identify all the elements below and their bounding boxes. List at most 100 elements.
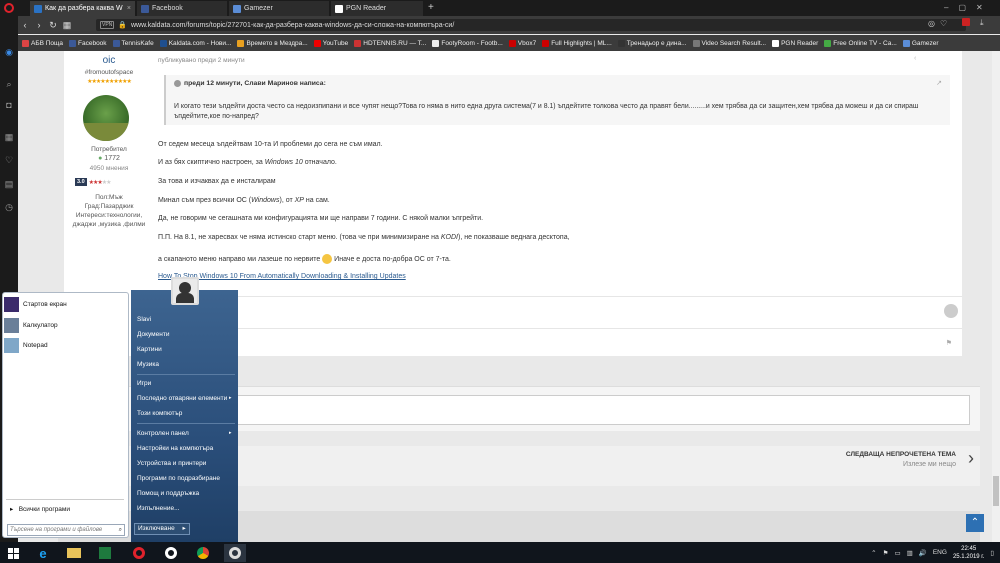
shutdown-button[interactable]: Изключване ▸ xyxy=(134,523,190,535)
post-line: И аз бях скиптично настроен, за Windows … xyxy=(158,159,337,166)
camera-icon[interactable]: ◎ xyxy=(928,19,935,28)
url-field[interactable]: VPN 🔒 www.kaldata.com/forums/topic/27270… xyxy=(96,19,966,31)
all-programs[interactable]: ▸ Всички програми xyxy=(10,505,70,513)
author-tagline: #fromoutofspace xyxy=(84,69,134,76)
tab-pgn-reader[interactable]: PGN Reader xyxy=(331,1,423,16)
arrow-right-icon: ▸ xyxy=(229,395,232,401)
reply-editor[interactable] xyxy=(208,395,970,425)
start-place-devices[interactable]: Устройства и принтери xyxy=(137,460,206,467)
windows-start-icon[interactable] xyxy=(2,544,24,562)
start-item-notepad[interactable]: Notepad xyxy=(4,338,48,353)
start-place-pictures[interactable]: Картини xyxy=(137,346,162,353)
start-place-user[interactable]: Slavi xyxy=(137,316,151,323)
mlb-icon xyxy=(542,39,550,47)
start-place-pc-settings[interactable]: Настройки на компютъра xyxy=(137,445,213,452)
bookmark-facebook[interactable]: Facebook xyxy=(69,39,107,47)
clock[interactable]: 22:45 25.1.2019 г. xyxy=(953,545,984,561)
share-icon[interactable]: ‹ xyxy=(914,55,916,62)
reload-icon[interactable]: ↻ xyxy=(46,20,60,31)
bookmark-weather[interactable]: Времето в Мездра... xyxy=(237,39,308,47)
extension-icon[interactable] xyxy=(962,18,970,26)
report-icon[interactable]: ⚑ xyxy=(946,339,952,347)
start-place-run[interactable]: Изпълнение... xyxy=(137,505,180,512)
battery-icon[interactable]: ▭ xyxy=(894,549,900,557)
start-place-recent[interactable]: Последно отваряни елементи ▸ xyxy=(137,395,232,402)
start-place-music[interactable]: Музика xyxy=(137,361,159,368)
vpn-badge[interactable]: VPN xyxy=(100,21,115,29)
scrollbar[interactable] xyxy=(992,51,1000,542)
opera-icon[interactable] xyxy=(128,544,150,562)
news-icon[interactable]: ▤ xyxy=(4,179,14,189)
start-place-documents[interactable]: Документи xyxy=(137,331,169,338)
start-place-default-programs[interactable]: Програми по подразбиране xyxy=(137,475,220,482)
start-screen-icon xyxy=(4,297,19,312)
chevron-right-icon[interactable]: › xyxy=(968,448,974,469)
internet-explorer-icon[interactable]: e xyxy=(32,544,54,562)
next-topic-subtitle[interactable]: Излезе ми нещо xyxy=(903,461,956,468)
heart-icon[interactable]: ♡ xyxy=(4,155,14,165)
bookmark-footyroom[interactable]: FootyRoom - Footb... xyxy=(432,39,503,47)
file-explorer-icon[interactable] xyxy=(63,544,85,562)
history-icon[interactable]: ◷ xyxy=(4,202,14,212)
bookmark-tenniskafe[interactable]: TennisKafe xyxy=(112,39,154,47)
author-username[interactable]: oic xyxy=(64,55,154,66)
bookmark-gamezer[interactable]: Gamezer xyxy=(902,39,939,47)
speed-dial-icon[interactable]: ▦ xyxy=(4,132,14,142)
window-controls[interactable]: ‒▢✕ xyxy=(944,3,993,12)
network-icon[interactable]: ▥ xyxy=(907,549,913,557)
bookmark-kaldata[interactable]: Kaldata.com - Нови... xyxy=(159,39,231,47)
start-item-start-screen[interactable]: Стартов екран xyxy=(4,297,67,312)
grid-icon[interactable]: ▦ xyxy=(60,20,74,31)
bookmark-youtube[interactable]: YouTube xyxy=(313,39,348,47)
bookmark-full-highlights[interactable]: Full Highlights | ML... xyxy=(542,39,612,47)
tab-gamezer[interactable]: Gamezer xyxy=(229,1,329,16)
facebook-favicon-icon xyxy=(141,4,149,13)
start-place-control-panel[interactable]: Контролен панел ▸ xyxy=(137,430,232,437)
opera-active-icon[interactable] xyxy=(224,544,246,562)
scrollbar-thumb[interactable] xyxy=(993,476,999,506)
author-group: Потребител xyxy=(91,146,127,153)
notification-icon[interactable]: ▯ xyxy=(990,549,994,557)
chevron-up-icon[interactable]: ⌃ xyxy=(871,549,876,557)
rating-value: 3.0 xyxy=(75,178,87,186)
tab-facebook[interactable]: Facebook xyxy=(137,1,227,16)
heart-icon[interactable]: ♡ xyxy=(940,19,947,28)
close-tab-icon[interactable]: × xyxy=(127,5,131,12)
bookmark-free-tv[interactable]: Free Online TV - Са... xyxy=(824,39,897,47)
chevron-right-icon[interactable]: ▸ xyxy=(183,525,186,532)
arrow-right-icon: ▸ xyxy=(229,430,232,436)
forward-icon[interactable]: › xyxy=(32,20,46,30)
search-icon[interactable]: ⌕ xyxy=(4,79,14,89)
flag-icon[interactable]: ⚑ xyxy=(883,549,889,557)
start-search-input[interactable]: Търсене на програми и файлове ⌕ xyxy=(7,524,125,536)
back-icon[interactable]: ‹ xyxy=(18,20,32,30)
chrome-icon[interactable] xyxy=(192,544,214,562)
opera-logo-icon[interactable] xyxy=(4,3,14,13)
bookmark-abv[interactable]: АБВ Поща xyxy=(22,39,63,47)
bookmark-pgn-reader[interactable]: PGN Reader xyxy=(772,39,818,47)
download-icon[interactable]: ⤓ xyxy=(980,18,984,28)
reputation-icon: ● xyxy=(98,155,103,162)
excel-icon[interactable] xyxy=(94,544,116,562)
start-place-games[interactable]: Игри xyxy=(137,380,151,387)
like-icon[interactable] xyxy=(944,304,958,318)
bookmark-hdtennis[interactable]: HDTENNIS.RU — T... xyxy=(354,39,426,47)
volume-icon[interactable]: 🔊 xyxy=(919,549,927,557)
quote-share-icon[interactable]: ↗ xyxy=(936,79,942,87)
opera-icon[interactable] xyxy=(160,544,182,562)
language-indicator[interactable]: ENG xyxy=(933,549,947,556)
start-place-help[interactable]: Помощ и поддръжка xyxy=(137,490,199,497)
bookmark-video-search[interactable]: Video Search Result... xyxy=(692,39,766,47)
new-tab-button[interactable]: + xyxy=(428,2,434,13)
messenger-icon[interactable]: ◉ xyxy=(4,47,14,57)
bookmark-vbox7[interactable]: Vbox7 xyxy=(508,39,536,47)
camera-icon[interactable]: ◘ xyxy=(4,100,14,110)
start-item-calculator[interactable]: Калкулатор xyxy=(4,318,58,333)
tab-kaldata[interactable]: Как да разбера каква W × xyxy=(30,1,135,16)
user-picture[interactable] xyxy=(171,277,199,305)
avatar[interactable] xyxy=(83,95,129,141)
back-to-top-button[interactable]: ⌃ xyxy=(966,514,984,532)
bookmark-trainer[interactable]: Тренадьор е дина... xyxy=(617,39,687,47)
next-topic-title[interactable]: СЛЕДВАЩА НЕПРОЧЕТЕНА ТЕМА xyxy=(846,451,956,458)
start-place-computer[interactable]: Този компютър xyxy=(137,410,182,417)
